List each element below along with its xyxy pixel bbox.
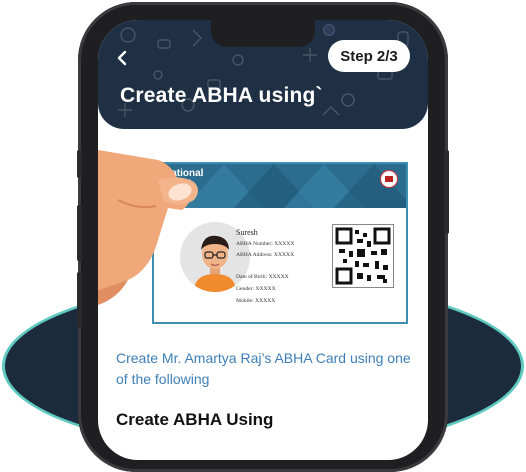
section-title: Create ABHA Using <box>116 410 274 429</box>
front-camera <box>323 24 335 36</box>
card-field: Gender: XXXXX <box>236 286 276 292</box>
emblem-icon <box>380 170 398 188</box>
phone-side-button <box>77 150 82 178</box>
app-header: Step 2/3 Create ABHA using` <box>98 20 428 129</box>
qr-code <box>332 224 394 288</box>
card-field: ABHA Address: XXXXX <box>236 252 295 258</box>
instruction-text: Create Mr. Amartya Raj’s ABHA Card using… <box>116 350 411 387</box>
abha-card-illustration: National Health Suresh ABHA Number: XXXX… <box>98 130 428 340</box>
step-indicator-badge: Step 2/3 <box>328 40 410 72</box>
phone-side-button <box>77 272 82 328</box>
chevron-left-icon <box>117 50 127 66</box>
hand-illustration <box>98 150 198 305</box>
phone-screen: Step 2/3 Create ABHA using` National Hea… <box>98 20 428 460</box>
card-field: Mobile: XXXXX <box>236 298 276 304</box>
card-holder-name: Suresh <box>236 228 258 237</box>
phone-notch <box>211 20 335 47</box>
page-title: Create ABHA using` <box>120 84 323 107</box>
card-field: Date of Birth: XXXXX <box>236 274 289 280</box>
phone-power-button <box>444 150 449 234</box>
phone-side-button <box>77 205 82 261</box>
card-field: ABHA Number: XXXXX <box>236 241 295 247</box>
back-button[interactable] <box>108 44 136 72</box>
